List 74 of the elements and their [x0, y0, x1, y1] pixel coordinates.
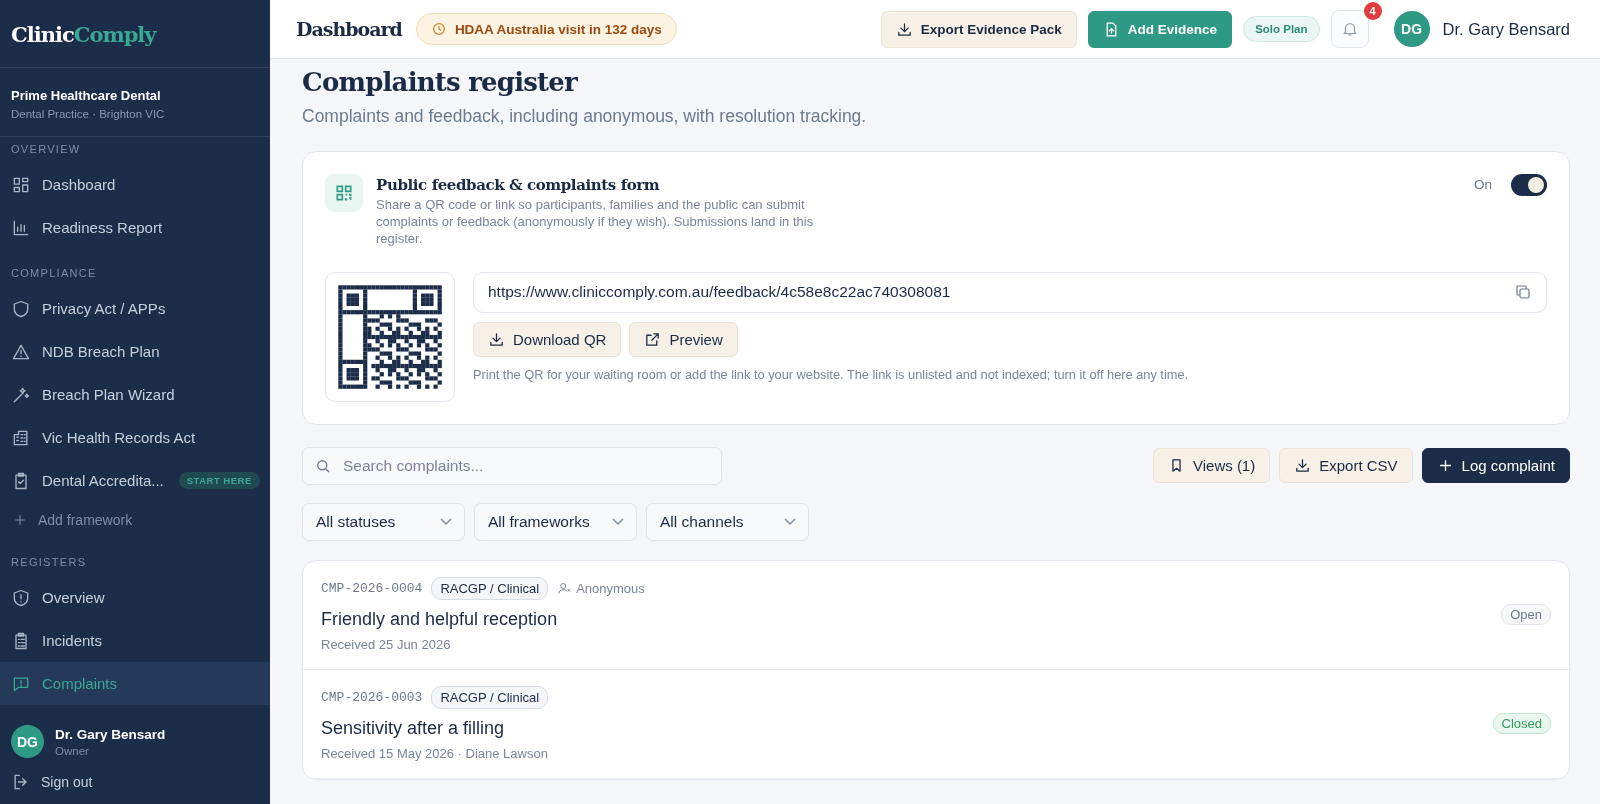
notification-count: 4: [1363, 2, 1382, 20]
visit-text: HDAA Australia visit in 132 days: [454, 21, 662, 37]
url-text: https://www.cliniccomply.com.au/feedback/4c58e8c22ac740308081: [488, 283, 951, 302]
download-qr-button[interactable]: Download QR: [473, 321, 622, 357]
status-badge: Closed: [1492, 713, 1551, 735]
framework-tag: RACGP / Clinical: [431, 686, 549, 710]
search-field[interactable]: Search complaints...: [302, 446, 722, 485]
user-name: Dr. Gary Bensard: [1442, 19, 1570, 39]
framework-tag: RACGP / Clinical: [431, 577, 549, 601]
add-framework-link[interactable]: Add framework: [0, 502, 145, 538]
nav-item[interactable]: NDB Breach Plan: [0, 330, 270, 373]
external-link-icon: [644, 330, 662, 348]
url-field[interactable]: https://www.cliniccomply.com.au/feedback/4c58e8c22ac740308081: [473, 271, 1547, 313]
org-name: Prime Healthcare Dental: [11, 88, 162, 103]
toggle-label: On: [1474, 177, 1492, 192]
complaint-meta: Received 15 May 2026 · Diane Lawson: [321, 746, 549, 762]
nav-icon: [11, 587, 31, 608]
plan-badge: Solo Plan: [1243, 16, 1320, 42]
complaint-row[interactable]: CMP-2026-0003 RACGP / Clinical Sensitivity after a filling Received 15 May 2026 · Diane Lawson Closed: [303, 669, 1569, 779]
page-title: Complaints register: [302, 67, 579, 97]
org-subtitle: Dental Practice · Brighton VIC: [11, 108, 166, 120]
filter-dropdown[interactable]: All frameworks: [474, 502, 637, 541]
chevron-down-icon: [612, 518, 624, 526]
nav-item[interactable]: Dental Accredita... START HERE: [0, 459, 270, 502]
sign-out-link[interactable]: Sign out: [0, 766, 104, 804]
complaint-id: CMP-2026-0003: [321, 690, 423, 706]
copy-icon[interactable]: [1514, 283, 1532, 302]
preview-button[interactable]: Preview: [629, 321, 738, 357]
chevron-down-icon: [440, 518, 452, 526]
user-name: Dr. Gary Bensard: [55, 726, 166, 742]
toggle-switch[interactable]: [1511, 174, 1547, 196]
page-heading: Dashboard: [296, 18, 402, 40]
section-label: REGISTERS: [10, 555, 88, 570]
complaint-meta: Received 25 Jun 2026: [321, 637, 452, 653]
nav-item[interactable]: Breach Plan Wizard: [0, 373, 270, 416]
nav-item[interactable]: Overview: [0, 576, 270, 619]
nav-item[interactable]: Vic Health Records Act: [0, 416, 270, 459]
notifications-button[interactable]: [1330, 10, 1369, 48]
avatar: DG: [11, 725, 44, 758]
form-description: Share a QR code or link so participants, families and the public can submit complaints or feedback (anonymously if they wish). Submissions land in this register.: [376, 197, 815, 248]
download-icon: [488, 330, 505, 348]
form-hint: Print the QR for your waiting room or add the link to your website. The link is unlisted and not indexed; turn it off here any time.: [473, 366, 1190, 382]
start-badge: START HERE: [178, 472, 260, 489]
status-badge: Open: [1501, 604, 1551, 626]
nav-item[interactable]: Readiness Report: [0, 206, 270, 249]
section-label: COMPLIANCE: [10, 266, 98, 281]
chevron-down-icon: [784, 518, 796, 526]
complaint-title: Friendly and helpful reception: [321, 609, 559, 631]
form-title: Public feedback & complaints form: [376, 176, 661, 194]
person-x-icon: [557, 581, 573, 597]
nav-item[interactable]: Complaints: [0, 662, 270, 705]
nav-item[interactable]: Dashboard: [0, 163, 270, 206]
download-icon: [1294, 457, 1312, 475]
complaint-title: Sensitivity after a filling: [321, 718, 506, 740]
anonymous-label: Anonymous: [576, 581, 645, 597]
complaint-row[interactable]: CMP-2026-0004 RACGP / Clinical Anonymous Friendly and helpful reception Received 25 Jun 2026 Open: [303, 560, 1569, 670]
nav-item[interactable]: Incidents: [0, 619, 270, 662]
nav-icon: [11, 298, 31, 319]
plus-icon: [12, 512, 28, 528]
qr-icon: [325, 174, 363, 212]
filter-dropdown[interactable]: All channels: [646, 502, 809, 541]
section-label: OVERVIEW: [10, 142, 82, 157]
nav-item[interactable]: Privacy Act / APPs: [0, 287, 270, 330]
filter-dropdown[interactable]: All statuses: [302, 502, 465, 541]
page-subtitle: Complaints and feedback, including anonymous, with resolution tracking.: [302, 106, 868, 127]
user-role: Owner: [55, 744, 90, 757]
complaint-id: CMP-2026-0004: [321, 581, 423, 597]
clock-icon: [430, 21, 447, 37]
export-evidence-button[interactable]: Export Evidence Pack: [880, 10, 1077, 48]
views-button[interactable]: Views (1): [1152, 448, 1271, 484]
export-csv-button[interactable]: Export CSV: [1279, 448, 1413, 484]
download-icon: [895, 20, 913, 38]
log-complaint-button[interactable]: Log complaint: [1421, 448, 1570, 484]
avatar: DG: [1393, 11, 1430, 47]
